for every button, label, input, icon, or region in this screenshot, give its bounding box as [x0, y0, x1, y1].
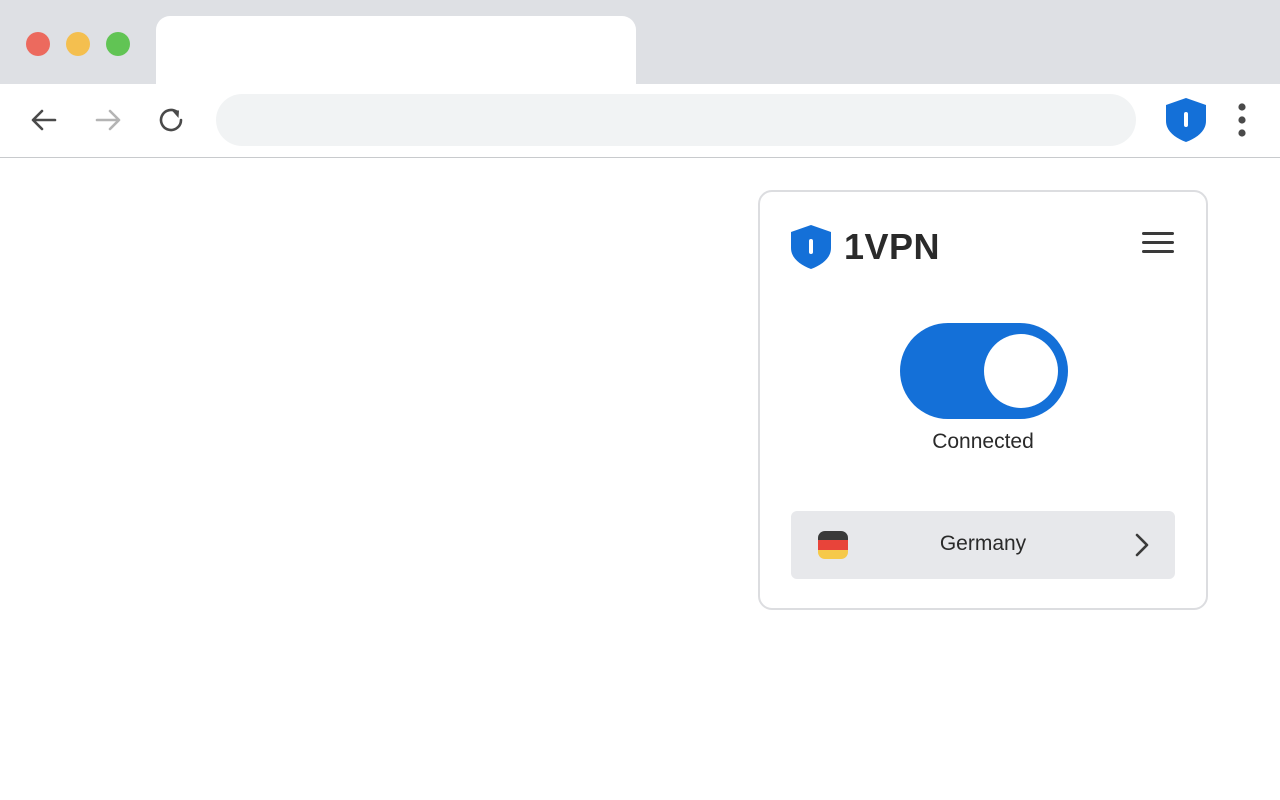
- popup-header: 1VPN: [790, 222, 940, 272]
- vpn-connection-toggle[interactable]: [900, 323, 1068, 419]
- browser-titlebar: [0, 0, 1280, 84]
- browser-tab[interactable]: [156, 16, 636, 84]
- shield-icon: [1166, 98, 1206, 142]
- arrow-right-icon: [95, 109, 121, 131]
- connection-status: Connected: [932, 430, 1034, 453]
- arrow-left-icon: [31, 109, 57, 131]
- browser-menu-button[interactable]: [1224, 100, 1260, 140]
- location-selector[interactable]: Germany: [791, 511, 1175, 579]
- vpn-popup: 1VPN Connected Germany: [758, 190, 1208, 610]
- location-country: Germany: [939, 532, 1027, 555]
- brand-name: 1VPN: [844, 226, 941, 267]
- hamburger-menu-button[interactable]: [1140, 228, 1176, 258]
- toggle-knob: [984, 334, 1058, 408]
- reload-icon: [159, 108, 183, 132]
- vpn-extension-button[interactable]: [1162, 96, 1210, 144]
- window-zoom-button[interactable]: [106, 32, 130, 56]
- hamburger-menu-icon: [1142, 232, 1174, 235]
- window-close-button[interactable]: [26, 32, 50, 56]
- forward-button[interactable]: [88, 100, 128, 140]
- hamburger-line: [1142, 241, 1174, 244]
- more-vert-icon: [1238, 103, 1246, 137]
- back-button[interactable]: [24, 100, 64, 140]
- window-minimize-button[interactable]: [66, 32, 90, 56]
- reload-button[interactable]: [152, 100, 192, 140]
- address-bar-input[interactable]: [216, 94, 1136, 146]
- hamburger-line: [1142, 250, 1174, 253]
- chevron-right-icon: [1135, 533, 1149, 557]
- shield-icon: [791, 225, 831, 269]
- browser-toolbar: [0, 84, 1280, 158]
